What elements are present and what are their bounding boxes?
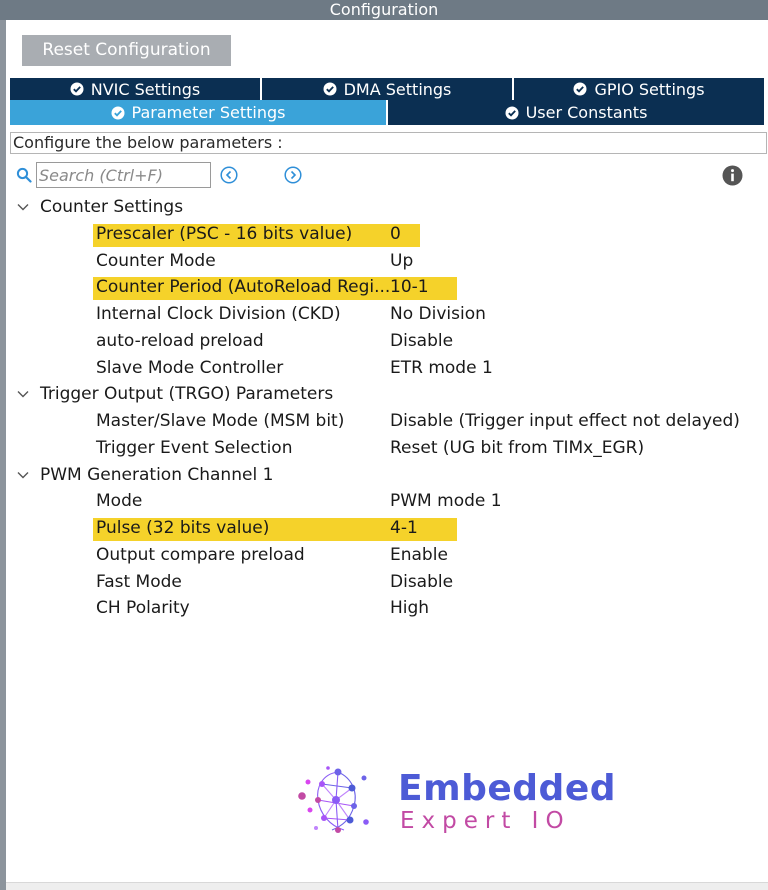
param-row-master-slave-mode[interactable]: Master/Slave Mode (MSM bit) Disable (Tri… xyxy=(0,408,768,435)
param-row-clock-division[interactable]: Internal Clock Division (CKD) No Divisio… xyxy=(0,301,768,328)
param-value[interactable]: 10-1 xyxy=(390,274,429,301)
group-label: Counter Settings xyxy=(40,197,184,217)
group-counter-settings[interactable]: Counter Settings xyxy=(0,194,768,221)
group-label: Trigger Output (TRGO) Parameters xyxy=(40,384,334,405)
param-name: CH Polarity xyxy=(96,598,190,619)
network-globe-icon xyxy=(298,766,369,833)
chevron-down-icon[interactable] xyxy=(16,387,30,401)
previous-result-icon[interactable] xyxy=(220,166,238,184)
param-name: Slave Mode Controller xyxy=(96,357,284,378)
next-result-icon[interactable] xyxy=(284,166,302,184)
param-row-pulse[interactable]: Pulse (32 bits value) 4-1 xyxy=(0,515,768,542)
param-row-counter-mode[interactable]: Counter Mode Up xyxy=(0,248,768,275)
param-value[interactable]: ETR mode 1 xyxy=(390,355,493,382)
embedded-expert-io-logo: Embedded Expert IO xyxy=(292,764,616,838)
param-row-fast-mode[interactable]: Fast Mode Disable xyxy=(0,569,768,596)
param-name: Fast Mode xyxy=(96,571,182,592)
search-input[interactable] xyxy=(36,162,211,188)
param-value[interactable]: Enable xyxy=(390,542,448,569)
param-value[interactable]: Reset (UG bit from TIMx_EGR) xyxy=(390,435,644,462)
info-icon[interactable] xyxy=(722,165,743,186)
tab-parameter-settings[interactable]: Parameter Settings xyxy=(10,100,388,125)
parameter-tree: Counter Settings Prescaler (PSC - 16 bit… xyxy=(0,194,768,622)
configure-instructions: Configure the below parameters : xyxy=(10,132,767,154)
chevron-down-icon[interactable] xyxy=(16,468,30,482)
param-value[interactable]: High xyxy=(390,595,429,622)
param-value[interactable]: Up xyxy=(390,248,413,275)
tab-label: Parameter Settings xyxy=(131,103,286,122)
param-row-slave-mode[interactable]: Slave Mode Controller ETR mode 1 xyxy=(0,355,768,382)
param-name: Trigger Event Selection xyxy=(96,437,293,458)
tab-user-constants[interactable]: User Constants xyxy=(388,100,764,125)
param-name: Master/Slave Mode (MSM bit) xyxy=(96,411,345,431)
tab-row-2: Parameter Settings User Constants xyxy=(10,100,764,125)
param-name: Mode xyxy=(96,491,143,512)
param-row-auto-reload-preload[interactable]: auto-reload preload Disable xyxy=(0,328,768,355)
param-row-mode[interactable]: Mode PWM mode 1 xyxy=(0,488,768,515)
param-name: Counter Period (AutoReload Regi... xyxy=(96,277,391,298)
tab-label: User Constants xyxy=(525,103,648,122)
tab-nvic-settings[interactable]: NVIC Settings xyxy=(10,78,262,100)
param-row-ch-polarity[interactable]: CH Polarity High xyxy=(0,595,768,622)
window-title: Configuration xyxy=(0,0,768,20)
param-name: Internal Clock Division (CKD) xyxy=(96,304,341,324)
check-circle-icon xyxy=(323,82,337,96)
param-value[interactable]: Disable xyxy=(390,328,453,355)
bottom-panel-edge xyxy=(6,882,768,890)
check-circle-icon xyxy=(505,106,519,119)
tab-gpio-settings[interactable]: GPIO Settings xyxy=(514,78,764,100)
param-name: Output compare preload xyxy=(96,544,305,565)
tab-dma-settings[interactable]: DMA Settings xyxy=(262,78,514,100)
param-name: Pulse (32 bits value) xyxy=(96,518,270,538)
chevron-down-icon[interactable] xyxy=(16,200,30,214)
param-row-counter-period[interactable]: Counter Period (AutoReload Regi... 10-1 xyxy=(0,274,768,301)
search-icon[interactable] xyxy=(16,167,32,183)
param-row-prescaler[interactable]: Prescaler (PSC - 16 bits value) 0 xyxy=(0,221,768,248)
check-circle-icon xyxy=(573,82,587,96)
search-bar xyxy=(14,161,754,189)
param-row-output-compare-preload[interactable]: Output compare preload Enable xyxy=(0,542,768,569)
tab-row-1: NVIC Settings DMA Settings GPIO Settings xyxy=(10,78,764,100)
check-circle-icon xyxy=(70,82,84,96)
group-trigger-output[interactable]: Trigger Output (TRGO) Parameters xyxy=(0,381,768,408)
check-circle-icon xyxy=(111,106,125,119)
param-name: Prescaler (PSC - 16 bits value) xyxy=(96,223,353,244)
logo-wordmark-secondary: Expert IO xyxy=(400,808,571,834)
param-name: auto-reload preload xyxy=(96,330,264,351)
reset-configuration-button[interactable]: Reset Configuration xyxy=(22,35,231,66)
group-label: PWM Generation Channel 1 xyxy=(40,464,274,485)
group-pwm-channel-1[interactable]: PWM Generation Channel 1 xyxy=(0,462,768,489)
param-name: Counter Mode xyxy=(96,250,216,271)
param-value[interactable]: Disable (Trigger input effect not delaye… xyxy=(390,408,740,435)
param-value[interactable]: Disable xyxy=(390,569,453,596)
tab-label: GPIO Settings xyxy=(594,79,705,99)
param-value[interactable]: PWM mode 1 xyxy=(390,488,502,515)
param-value[interactable]: No Division xyxy=(390,301,486,328)
tab-label: DMA Settings xyxy=(343,79,452,99)
param-value[interactable]: 0 xyxy=(390,221,401,248)
logo-wordmark-primary: Embedded xyxy=(398,768,617,809)
param-value[interactable]: 4-1 xyxy=(390,515,418,542)
tab-label: NVIC Settings xyxy=(90,79,201,99)
param-row-trigger-event[interactable]: Trigger Event Selection Reset (UG bit fr… xyxy=(0,435,768,462)
